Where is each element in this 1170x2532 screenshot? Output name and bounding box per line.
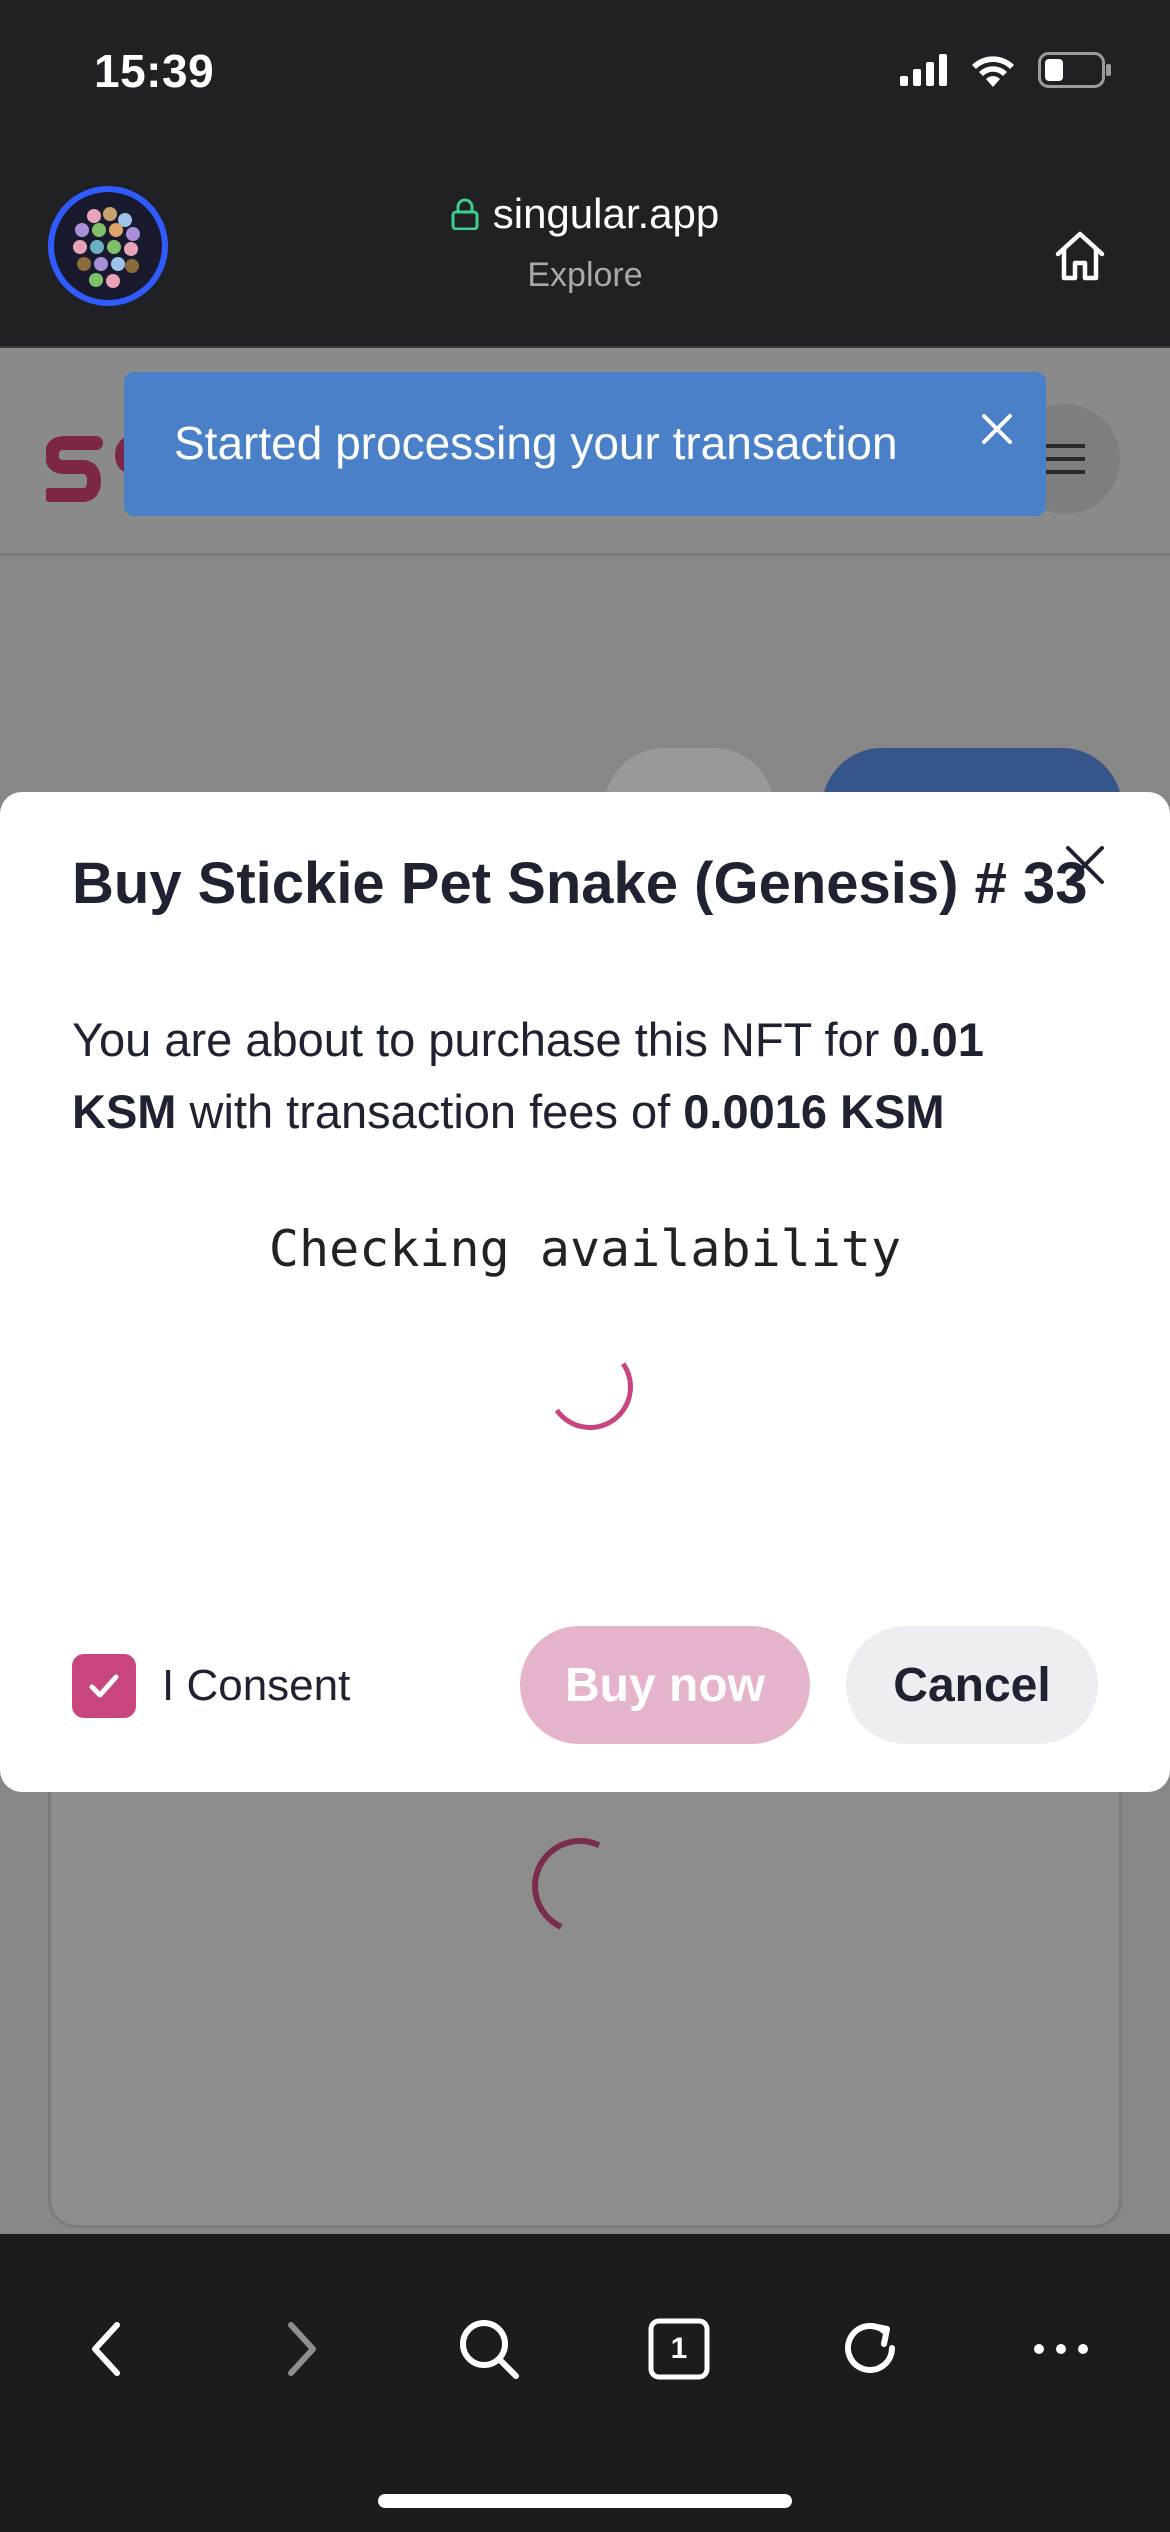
toast-notification: Started processing your transaction [124, 372, 1046, 516]
purchase-modal: Buy Stickie Pet Snake (Genesis) # 33 You… [0, 792, 1170, 1792]
consent-control[interactable]: I Consent [72, 1654, 350, 1718]
browser-toolbar: 1 [0, 2234, 1170, 2532]
wifi-icon [972, 56, 1014, 87]
status-time: 15:39 [94, 45, 215, 97]
consent-checkbox[interactable] [72, 1654, 136, 1718]
lock-icon [451, 198, 479, 230]
search-icon [460, 2320, 519, 2379]
home-indicator[interactable] [378, 2494, 792, 2508]
tab-count: 1 [670, 2332, 688, 2365]
checkmark-icon [89, 1674, 119, 1698]
url-bar[interactable]: singular.app Explore [0, 190, 1170, 295]
forward-icon [288, 2322, 316, 2376]
browser-header: singular.app Explore [0, 150, 1170, 348]
forward-button[interactable] [256, 2304, 346, 2394]
reload-button[interactable] [826, 2304, 916, 2394]
loading-spinner [540, 1337, 640, 1437]
content-card-bg [48, 1728, 1122, 2228]
modal-close-button[interactable] [1056, 836, 1114, 894]
status-bar: 15:39 [0, 0, 1170, 150]
more-button[interactable] [1016, 2304, 1106, 2394]
battery-icon [1038, 52, 1111, 88]
url-text: singular.app [492, 190, 720, 237]
close-icon [1066, 846, 1104, 884]
modal-description: You are about to purchase this NFT for 0… [72, 1004, 1092, 1148]
signal-icon [900, 54, 947, 86]
home-button[interactable] [1038, 214, 1122, 298]
hamburger-icon [1045, 444, 1085, 474]
body-middle: with transaction fees of [176, 1085, 684, 1138]
consent-label: I Consent [162, 1661, 351, 1710]
back-icon [92, 2322, 120, 2376]
close-icon [982, 414, 1012, 444]
url-subtitle: Explore [527, 256, 643, 294]
toast-message: Started processing your transaction [174, 417, 898, 469]
search-button[interactable] [444, 2304, 534, 2394]
reload-icon [845, 2322, 895, 2373]
back-button[interactable] [62, 2304, 152, 2394]
home-icon [1055, 231, 1105, 281]
modal-title: Buy Stickie Pet Snake (Genesis) # 33 [72, 851, 1088, 916]
cancel-button[interactable]: Cancel [846, 1626, 1098, 1744]
body-prefix: You are about to purchase this NFT for [72, 1013, 893, 1066]
fees-value: 0.0016 KSM [683, 1085, 945, 1138]
tabs-button[interactable]: 1 [634, 2304, 724, 2394]
toast-close-button[interactable] [972, 404, 1022, 454]
status-icons [900, 52, 1112, 88]
more-icon [1034, 2344, 1088, 2354]
availability-status: Checking availability [268, 1220, 902, 1278]
buy-now-button[interactable]: Buy now [520, 1626, 810, 1744]
